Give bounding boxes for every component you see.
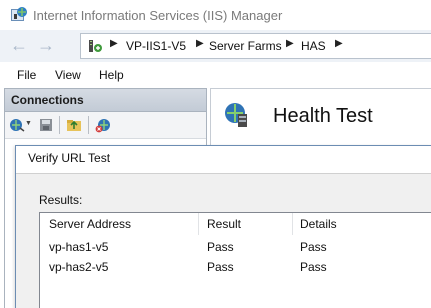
breadcrumb-server-farms[interactable]: Server Farms <box>209 39 282 53</box>
cell-details: Pass <box>300 260 327 274</box>
dropdown-arrow-icon[interactable]: ▼ <box>25 120 32 127</box>
cell-server-address: vp-has2-v5 <box>49 260 109 274</box>
page-title: Health Test <box>273 105 373 127</box>
breadcrumb-has[interactable]: HAS <box>301 39 326 53</box>
window-title-bar: Internet Information Services (IIS) Mana… <box>0 0 431 30</box>
column-header-server-address[interactable]: Server Address <box>49 213 131 235</box>
save-icon[interactable] <box>38 117 54 133</box>
connect-icon[interactable] <box>9 117 25 133</box>
table-row[interactable]: vp-has2-v5 Pass Pass <box>40 257 431 277</box>
column-header-result[interactable]: Result <box>207 213 241 235</box>
navigation-bar: ← → ▶ VP-IIS1-V5 ▶ Server Farms ▶ HAS ▶ <box>0 30 431 63</box>
column-divider[interactable] <box>198 213 199 235</box>
up-folder-icon[interactable] <box>66 117 82 133</box>
iis-manager-icon <box>11 7 27 21</box>
chevron-right-icon: ▶ <box>286 38 294 49</box>
column-header-details[interactable]: Details <box>300 213 337 235</box>
toolbar-divider <box>88 116 89 134</box>
cell-details: Pass <box>300 240 327 254</box>
breadcrumb-server[interactable]: VP-IIS1-V5 <box>126 39 186 53</box>
forward-button[interactable]: → <box>32 34 60 58</box>
disconnect-icon[interactable] <box>95 117 111 133</box>
results-label: Results: <box>39 193 83 207</box>
cell-result: Pass <box>207 240 234 254</box>
dialog-title: Verify URL Test <box>28 151 111 165</box>
table-row[interactable]: vp-has1-v5 Pass Pass <box>40 237 431 257</box>
arrow-left-icon: ← <box>10 35 28 55</box>
results-list[interactable]: Server Address Result Details vp-has1-v5… <box>39 212 431 308</box>
connections-toolbar: ▼ <box>5 112 206 139</box>
address-bar[interactable]: ▶ VP-IIS1-V5 ▶ Server Farms ▶ HAS ▶ <box>80 33 431 59</box>
menu-file[interactable]: File <box>17 68 36 82</box>
menu-view[interactable]: View <box>55 68 81 82</box>
chevron-right-icon: ▶ <box>110 38 118 49</box>
column-divider[interactable] <box>292 213 293 235</box>
toolbar-divider <box>59 116 60 134</box>
chevron-right-icon: ▶ <box>196 38 204 49</box>
back-button[interactable]: ← <box>5 34 33 58</box>
dialog-body: Results: Server Address Result Details v… <box>16 173 431 308</box>
menu-help[interactable]: Help <box>99 68 124 82</box>
window-title: Internet Information Services (IIS) Mana… <box>33 8 283 23</box>
menu-bar: File View Help <box>0 62 431 88</box>
server-node-icon <box>89 40 102 52</box>
verify-url-test-dialog: Verify URL Test Results: Server Address … <box>15 145 431 308</box>
cell-server-address: vp-has1-v5 <box>49 240 109 254</box>
arrow-right-icon: → <box>37 35 55 55</box>
connections-header: Connections <box>5 89 206 112</box>
connections-title: Connections <box>11 93 84 107</box>
chevron-right-icon: ▶ <box>335 38 343 49</box>
health-test-icon <box>225 103 247 127</box>
cell-result: Pass <box>207 260 234 274</box>
